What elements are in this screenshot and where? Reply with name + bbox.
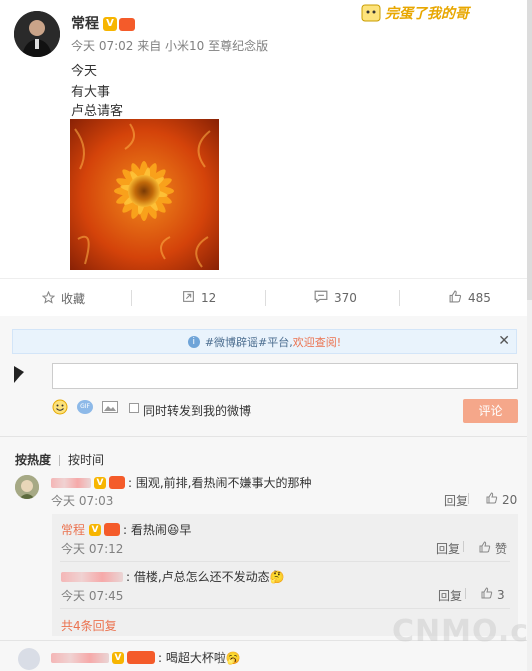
- vip-icon: [119, 17, 135, 31]
- reply-button[interactable]: 回复: [438, 587, 462, 604]
- comment-row: V : 喝超大杯啦🥱: [51, 649, 241, 666]
- reply-time: 今天 07:12: [61, 542, 124, 556]
- action-bar: 收藏 12 370 485: [0, 278, 532, 316]
- tab-by-hot[interactable]: 按热度: [15, 453, 51, 467]
- vip-icon: [104, 523, 121, 536]
- reply-like-button[interactable]: 赞: [479, 540, 507, 557]
- reply-row: : 借楼,卢总怎么还不发动态🤔: [61, 568, 285, 585]
- verified-icon: V: [112, 651, 124, 664]
- sync-repost-label: 同时转发到我的微博: [143, 404, 252, 418]
- reply-time: 今天 07:45: [61, 589, 124, 603]
- image-icon[interactable]: [102, 401, 118, 416]
- close-icon[interactable]: ✕: [498, 333, 510, 349]
- comment-like-button[interactable]: 20: [486, 492, 517, 507]
- divider: [60, 561, 510, 562]
- sync-repost-checkbox[interactable]: [129, 403, 139, 413]
- my-avatar: [14, 366, 24, 383]
- like-button[interactable]: 485: [449, 290, 491, 306]
- vip-icon: [127, 651, 155, 664]
- reply-author-redacted[interactable]: [61, 571, 123, 582]
- verified-icon: V: [103, 17, 117, 31]
- comment-text: : 围观,前排,看热闹不嫌事大的那种: [128, 476, 312, 490]
- comment-button[interactable]: 370: [314, 290, 357, 306]
- thumbs-up-icon: [449, 290, 462, 306]
- reply-author[interactable]: 常程: [61, 521, 85, 538]
- favorite-button[interactable]: 收藏: [41, 290, 85, 307]
- vip-icon: [109, 476, 125, 489]
- commenter-avatar[interactable]: [18, 648, 40, 670]
- reply-text: : 借楼,卢总怎么还不发动态🤔: [126, 570, 285, 584]
- post-text-line-1: 今天: [71, 64, 98, 79]
- thumbs-up-icon: [481, 587, 493, 602]
- comment-row: V : 围观,前排,看热闹不嫌事大的那种: [51, 474, 312, 491]
- post-text-line-2: 有大事: [71, 85, 111, 100]
- submit-comment-button[interactable]: 评论: [463, 399, 518, 423]
- reply-button[interactable]: 回复: [436, 540, 460, 557]
- info-icon: i: [187, 335, 200, 348]
- scrollbar-thumb[interactable]: [527, 0, 532, 300]
- thumbs-up-icon: [479, 541, 491, 556]
- repost-icon: [182, 290, 195, 306]
- author-avatar[interactable]: [14, 11, 60, 57]
- commenter-name-redacted[interactable]: [51, 477, 91, 488]
- post-text-line-3: 卢总请客: [71, 104, 124, 119]
- comment-input[interactable]: [52, 363, 518, 389]
- sort-tabs: 按热度 按时间: [15, 451, 104, 468]
- rumor-notice[interactable]: i #微博辟谣#平台, 欢迎查阅!: [12, 329, 517, 354]
- verified-icon: V: [89, 523, 102, 536]
- gif-icon[interactable]: GIF: [77, 400, 93, 414]
- post-image[interactable]: [70, 119, 219, 270]
- watermark: CNMO.com: [392, 614, 532, 649]
- comment-text: : 喝超大杯啦🥱: [158, 651, 241, 665]
- commenter-name-redacted[interactable]: [51, 652, 109, 663]
- divider: [60, 608, 510, 609]
- more-replies-link[interactable]: 共4条回复: [61, 617, 117, 634]
- comment-time: 今天 07:03: [51, 494, 114, 508]
- thumbs-up-icon: [486, 492, 498, 507]
- sticker-image: 完蛋了我的哥: [361, 2, 519, 24]
- emoji-icon[interactable]: [52, 399, 68, 418]
- commenter-avatar[interactable]: [15, 475, 39, 499]
- star-icon: [41, 290, 56, 307]
- reply-row: 常程 V : 看热闹😆早: [61, 521, 191, 538]
- tab-by-time[interactable]: 按时间: [68, 453, 104, 467]
- divider: [0, 436, 532, 437]
- verified-icon: V: [94, 476, 106, 489]
- reply-like-button[interactable]: 3: [481, 587, 505, 602]
- repost-button[interactable]: 12: [182, 290, 216, 306]
- post-meta: 今天 07:02 来自 小米10 至尊纪念版: [71, 39, 269, 53]
- reply-button[interactable]: 回复: [444, 492, 468, 509]
- author-name[interactable]: 常程 V: [71, 13, 135, 33]
- comment-icon: [314, 290, 328, 306]
- reply-text: : 看热闹😆早: [123, 523, 192, 537]
